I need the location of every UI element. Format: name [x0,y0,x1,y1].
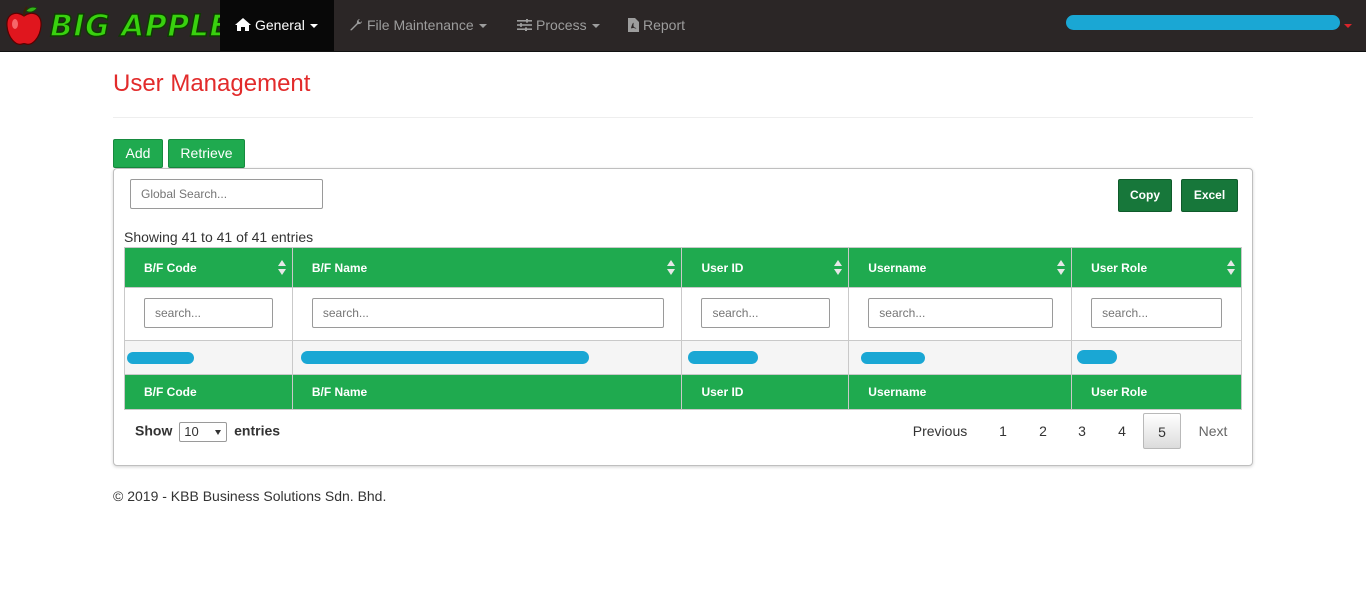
filter-cell [291,287,683,341]
page-title: User Management [113,70,311,97]
sort-icon [667,260,676,276]
chevron-down-icon [309,24,318,29]
filter-cell [124,287,293,341]
filter-username-input[interactable] [868,298,1054,328]
filter-bf-name-input[interactable] [311,298,664,328]
nav-report-label: Report [643,17,686,33]
redaction-mark [861,352,926,364]
sort-icon [1227,260,1235,276]
apple-icon [6,6,42,45]
column-header-bf-name[interactable]: B/F Name [291,247,683,288]
pagination-page-3[interactable]: 3 [1064,413,1100,449]
column-header-user-role[interactable]: User Role [1071,247,1242,288]
page-length-control: Show 10 entries [135,422,280,442]
nav-general-label: General [255,17,305,33]
redaction-mark [300,351,589,364]
chevron-down-icon [478,24,487,29]
column-header-username[interactable]: Username [848,247,1073,288]
redaction-mark [688,351,759,364]
excel-button[interactable]: Excel [1181,179,1238,212]
nav-file-maintenance-label: File Maintenance [367,17,474,33]
column-header-label: B/F Name [311,260,368,275]
pdf-file-icon [628,18,639,32]
filter-bf-code-input[interactable] [144,298,273,328]
redaction-mark [1066,15,1340,30]
pagination-previous[interactable]: Previous [900,413,980,449]
table-cell [681,340,850,375]
sort-icon [834,260,843,276]
filter-user-id-input[interactable] [701,298,831,328]
table-cell [1071,340,1242,375]
pagination-page-4[interactable]: 4 [1104,413,1140,449]
column-footer-user-role: User Role [1071,374,1242,410]
column-header-user-id[interactable]: User ID [681,247,850,288]
redaction-mark [127,352,194,364]
table-row[interactable] [124,340,1242,375]
column-footer-user-id: User ID [681,374,850,410]
entries-label: entries [234,422,281,439]
page-footer: © 2019 - KBB Business Solutions Sdn. Bhd… [113,488,387,504]
brand-logo[interactable]: BIG APPLE [4,4,231,48]
column-header-label: User Role [1091,260,1148,275]
copy-button[interactable]: Copy [1118,179,1172,212]
page-length-value: 10 [184,424,199,439]
nav-file-maintenance[interactable]: File Maintenance [334,0,502,51]
sort-icon [1057,260,1066,276]
column-footer-bf-name: B/F Name [291,374,683,410]
users-table: B/F Code B/F Name User ID Username User … [124,247,1242,410]
redaction-mark [1077,350,1118,364]
table-cell [291,340,683,375]
filter-user-role-input[interactable] [1091,298,1223,328]
pagination-page-1[interactable]: 1 [985,413,1021,449]
filter-cell [681,287,850,341]
pagination-page-5-current[interactable]: 5 [1143,413,1181,449]
sort-icon [277,260,286,276]
column-header-label: Username [868,260,927,275]
column-header-label: B/F Code [144,260,197,275]
table-cell [124,340,293,375]
home-icon [235,18,251,31]
filter-cell [1071,287,1242,341]
chevron-down-icon [1344,23,1352,28]
show-label: Show [135,422,173,439]
nav-report[interactable]: Report [613,0,700,51]
nav-general[interactable]: General [220,0,334,51]
add-button[interactable]: Add [113,139,163,168]
column-footer-bf-code: B/F Code [124,374,293,410]
column-header-bf-code[interactable]: B/F Code [124,247,293,288]
global-search-input[interactable] [130,179,323,209]
brand-text: BIG APPLE [49,8,231,45]
wrench-icon [350,19,362,31]
column-header-label: User ID [701,260,744,275]
nav-process-label: Process [536,17,587,33]
divider [113,117,1253,118]
sliders-icon [517,19,532,31]
page-length-select[interactable]: 10 [179,422,228,442]
column-footer-username: Username [848,374,1073,410]
retrieve-button[interactable]: Retrieve [168,139,245,168]
chevron-down-icon [591,24,600,29]
filter-cell [848,287,1073,341]
pagination-page-2[interactable]: 2 [1025,413,1061,449]
table-info: Showing 41 to 41 of 41 entries [124,229,314,245]
pagination-next[interactable]: Next [1186,413,1240,449]
top-navbar: BIG APPLE General File Maintenance Proce… [0,0,1366,52]
nav-process[interactable]: Process [502,0,615,51]
table-cell [848,340,1073,375]
